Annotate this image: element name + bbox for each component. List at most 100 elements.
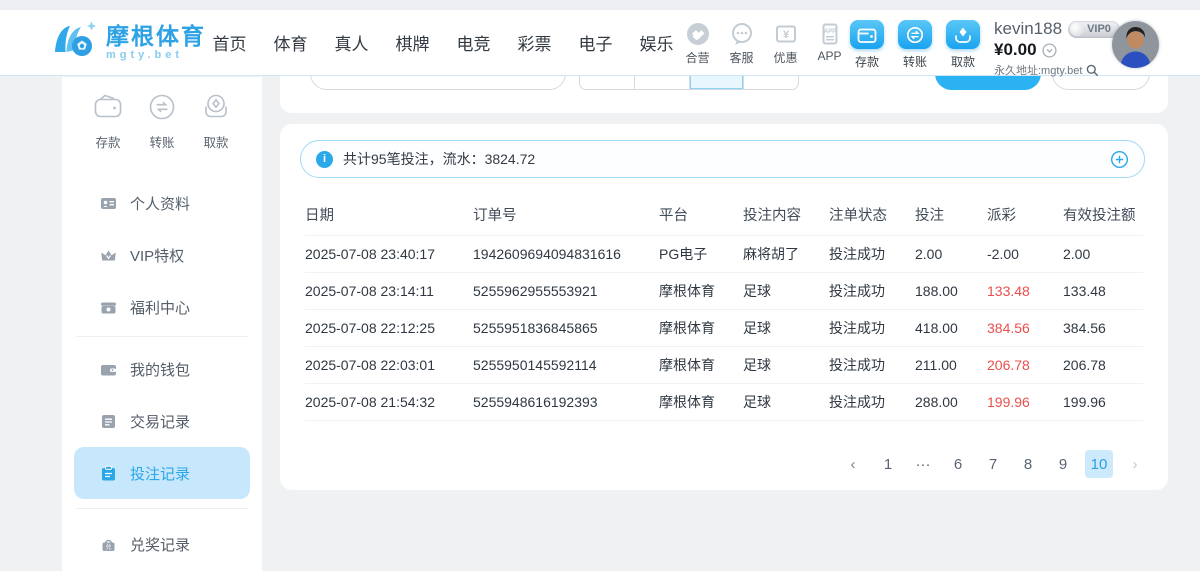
cell-payout: 384.56 — [987, 320, 1063, 336]
header-link-app[interactable]: APP APP — [811, 20, 848, 66]
cell-order: 5255948616192393 — [473, 394, 659, 410]
bet-records-card: i 共计95笔投注，流水：3824.72 日期 订单号 平台 投注内容 注单状态… — [280, 124, 1168, 490]
sidebar-item-wallet[interactable]: 我的钱包 — [74, 343, 250, 395]
pagination-page-9[interactable]: 9 — [1050, 450, 1076, 478]
nav-item-esports[interactable]: 电竞 — [443, 30, 504, 55]
quick-deposit[interactable]: 存款 — [85, 90, 131, 151]
nav-item-live[interactable]: 真人 — [321, 30, 382, 55]
tile-label: 存款 — [855, 53, 879, 70]
pagination-prev[interactable]: ‹ — [840, 450, 866, 478]
tile-deposit[interactable]: 存款 — [849, 20, 885, 70]
header-cell-order: 订单号 — [473, 204, 659, 225]
header-link-label: 客服 — [729, 49, 753, 66]
svg-text:APP: APP — [823, 29, 835, 35]
gift-box-icon — [100, 299, 117, 316]
sidebar-item-transactions[interactable]: 交易记录 — [74, 395, 250, 447]
info-icon: i — [316, 151, 333, 168]
table-row: 2025-07-08 22:12:25 5255951836845865 摩根体… — [305, 309, 1143, 346]
quick-withdraw[interactable]: 取款 — [193, 90, 239, 151]
table-row: 2025-07-08 23:40:17 1942609694094831616 … — [305, 235, 1143, 272]
header-link-support[interactable]: 客服 — [723, 20, 760, 66]
tile-withdraw[interactable]: 取款 — [945, 20, 981, 70]
sidebar-item-label: 个人资料 — [130, 193, 190, 214]
quick-transfer[interactable]: 转账 — [139, 90, 185, 151]
cell-platform: 摩根体育 — [659, 392, 743, 412]
magnifier-icon[interactable] — [1086, 64, 1099, 77]
record-card-icon — [100, 413, 117, 430]
deposit-outline-icon — [91, 90, 125, 129]
cell-content: 足球 — [743, 392, 829, 412]
cell-payout: 199.96 — [987, 394, 1063, 410]
brand-name: 摩根体育 — [106, 24, 206, 49]
cell-bet: 418.00 — [915, 320, 987, 336]
cell-valid: 199.96 — [1063, 394, 1143, 410]
header-link-partnership[interactable]: 合营 — [679, 20, 716, 66]
cell-date: 2025-07-08 21:54:32 — [305, 394, 473, 410]
svg-text:¥: ¥ — [782, 29, 789, 41]
promo-yen-icon: ¥ — [773, 20, 799, 47]
top-strip — [0, 0, 1200, 10]
table-row: 2025-07-08 23:14:11 5255962955553921 摩根体… — [305, 272, 1143, 309]
cell-order: 1942609694094831616 — [473, 246, 659, 262]
nav-item-slots[interactable]: 电子 — [565, 30, 626, 55]
nav-item-entertainment[interactable]: 娱乐 — [626, 30, 687, 55]
pagination-page-10-current[interactable]: 10 — [1085, 450, 1113, 478]
sidebar-item-profile[interactable]: 个人资料 — [74, 177, 250, 229]
prize-bag-icon: 兑 — [100, 536, 117, 553]
deposit-icon — [850, 20, 884, 49]
divider — [76, 508, 248, 509]
cell-platform: PG电子 — [659, 244, 743, 264]
pagination-page-6[interactable]: 6 — [945, 450, 971, 478]
cell-order: 5255950145592114 — [473, 357, 659, 373]
chevron-down-icon[interactable] — [1042, 43, 1057, 58]
brand-logo-icon — [52, 19, 98, 66]
cell-valid: 133.48 — [1063, 283, 1143, 299]
header-cell-valid: 有效投注额 — [1063, 204, 1143, 225]
withdraw-icon — [946, 20, 980, 49]
nav-item-sports[interactable]: 体育 — [260, 30, 321, 55]
cell-date: 2025-07-08 22:03:01 — [305, 357, 473, 373]
pagination-page-1[interactable]: 1 — [875, 450, 901, 478]
nav-item-lottery[interactable]: 彩票 — [504, 30, 565, 55]
cell-platform: 摩根体育 — [659, 355, 743, 375]
sidebar-item-bet-records[interactable]: 投注记录 — [74, 447, 250, 499]
transfer-icon — [898, 20, 932, 49]
cell-date: 2025-07-08 23:40:17 — [305, 246, 473, 262]
table-header-row: 日期 订单号 平台 投注内容 注单状态 投注 派彩 有效投注额 — [305, 194, 1143, 235]
sidebar-item-welfare[interactable]: 福利中心 — [74, 281, 250, 333]
sidebar-quick-actions: 存款 转账 取款 — [62, 77, 262, 151]
wallet-icon — [100, 361, 117, 378]
cell-content: 足球 — [743, 318, 829, 338]
pagination-next[interactable]: › — [1122, 450, 1148, 478]
avatar[interactable] — [1112, 21, 1159, 68]
divider — [76, 336, 248, 337]
quick-label: 存款 — [95, 132, 120, 151]
sidebar-item-label: 兑奖记录 — [130, 534, 190, 555]
balance: ¥0.00 — [994, 40, 1037, 60]
pagination-ellipsis[interactable]: ··· — [910, 450, 936, 478]
sidebar-item-label: 福利中心 — [130, 297, 190, 318]
header-link-promo[interactable]: ¥ 优惠 — [767, 20, 804, 66]
sidebar-item-vip[interactable]: VIP特权 — [74, 229, 250, 281]
handshake-icon — [685, 20, 711, 47]
nav-item-cards[interactable]: 棋牌 — [382, 30, 443, 55]
pagination-page-8[interactable]: 8 — [1015, 450, 1041, 478]
header-wallet-tiles: 存款 转账 取款 — [849, 20, 981, 70]
nav-item-home[interactable]: 首页 — [199, 30, 260, 55]
pagination-page-7[interactable]: 7 — [980, 450, 1006, 478]
svg-text:兑: 兑 — [105, 543, 111, 551]
app-phone-icon: APP — [817, 20, 843, 47]
cell-bet: 288.00 — [915, 394, 987, 410]
clipboard-icon — [100, 465, 117, 482]
header-cell-date: 日期 — [305, 204, 473, 225]
brand-logo[interactable]: 摩根体育 mgty.bet — [52, 19, 206, 66]
withdraw-outline-icon — [199, 90, 233, 129]
sidebar-item-prize-records[interactable]: 兑 兑奖记录 — [74, 518, 250, 570]
header-cell-bet: 投注 — [915, 204, 987, 225]
cell-status: 投注成功 — [829, 392, 915, 412]
cell-status: 投注成功 — [829, 355, 915, 375]
vip-badge: VIP0 — [1068, 21, 1120, 38]
pagination: ‹ 1 ··· 6 7 8 9 10 › — [840, 450, 1148, 478]
tile-transfer[interactable]: 转账 — [897, 20, 933, 70]
plus-circle-icon[interactable] — [1110, 150, 1129, 169]
